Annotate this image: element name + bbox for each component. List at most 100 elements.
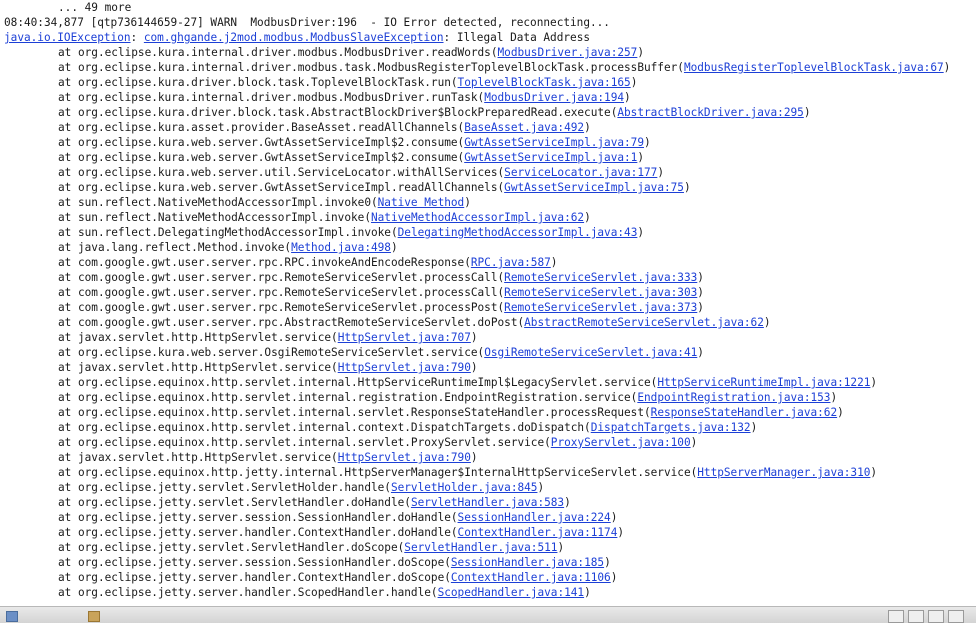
source-location-link[interactable]: ResponseStateHandler.java:62: [651, 406, 837, 419]
tab-console[interactable]: [6, 609, 18, 623]
line-suffix: ): [470, 361, 478, 374]
line-text: 08:40:34,877 [qtp736144659-27] WARN Modb…: [4, 16, 610, 29]
source-location-link[interactable]: BaseAsset.java:492: [464, 121, 584, 134]
line-text: at com.google.gwt.user.server.rpc.Remote…: [58, 286, 505, 299]
line-text: at org.eclipse.jetty.servlet.ServletHand…: [58, 541, 405, 554]
line-text: at java.lang.reflect.Method.invoke(: [58, 241, 292, 254]
source-location-link[interactable]: HttpServlet.java:790: [338, 361, 471, 374]
stack-frame-line: at org.eclipse.jetty.servlet.ServletHand…: [0, 540, 976, 555]
line-suffix: ): [584, 211, 591, 224]
source-location-link[interactable]: RPC.java:587: [471, 256, 551, 269]
line-suffix: ): [697, 271, 704, 284]
source-location-link[interactable]: AbstractBlockDriver.java:295: [617, 106, 803, 119]
source-location-link[interactable]: GwtAssetServiceImpl.java:75: [504, 181, 684, 194]
line-text: at sun.reflect.NativeMethodAccessorImpl.…: [58, 211, 371, 224]
line-text: at org.eclipse.kura.web.server.GwtAssetS…: [58, 181, 505, 194]
log-line: 08:40:34,877 [qtp736144659-27] WARN Modb…: [0, 15, 976, 30]
source-location-link[interactable]: ServletHandler.java:511: [404, 541, 557, 554]
line-text: at org.eclipse.jetty.server.handler.Scop…: [58, 586, 438, 599]
line-text: at org.eclipse.kura.internal.driver.modb…: [58, 46, 498, 59]
source-location-link[interactable]: NativeMethodAccessorImpl.java:62: [371, 211, 584, 224]
line-suffix: ): [624, 91, 631, 104]
exception-message: : Illegal Data Address: [443, 31, 591, 44]
source-location-link[interactable]: ContextHandler.java:1106: [451, 571, 611, 584]
stack-frame-line: at org.eclipse.kura.web.server.GwtAssetS…: [0, 180, 976, 195]
scroll-lock-button[interactable]: [908, 610, 924, 623]
stack-frame-line: at org.eclipse.jetty.servlet.ServletHold…: [0, 480, 976, 495]
line-suffix: ): [470, 451, 478, 464]
source-location-link[interactable]: Method.java:498: [291, 241, 391, 254]
source-location-link[interactable]: SessionHandler.java:224: [458, 511, 611, 524]
stack-frame-line: at sun.reflect.DelegatingMethodAccessorI…: [0, 225, 976, 240]
pin-console-button[interactable]: [928, 610, 944, 623]
console-output: ... 49 more 08:40:34,877 [qtp736144659-27…: [0, 0, 976, 606]
source-location-link[interactable]: DispatchTargets.java:132: [591, 421, 751, 434]
exception-cause-link[interactable]: com.ghgande.j2mod.modbus.ModbusSlaveExce…: [144, 31, 444, 44]
line-suffix: ): [617, 526, 625, 539]
source-location-link[interactable]: AbstractRemoteServiceServlet.java:62: [524, 316, 764, 329]
source-location-link[interactable]: ScopedHandler.java:141: [438, 586, 585, 599]
line-text: at javax.servlet.http.HttpServlet.servic…: [58, 361, 338, 374]
line-text: at org.eclipse.kura.web.server.util.Serv…: [58, 166, 505, 179]
exception-line: java.io.IOException: com.ghgande.j2mod.m…: [0, 30, 976, 45]
line-text: at org.eclipse.kura.web.server.OsgiRemot…: [58, 346, 485, 359]
line-text: at sun.reflect.DelegatingMethodAccessorI…: [58, 226, 398, 239]
stack-frame-line: at org.eclipse.equinox.http.servlet.inte…: [0, 375, 976, 390]
display-console-button[interactable]: [948, 610, 964, 623]
stack-frame-line: at com.google.gwt.user.server.rpc.Abstra…: [0, 315, 976, 330]
line-text: at javax.servlet.http.HttpServlet.servic…: [58, 331, 338, 344]
source-location-link[interactable]: HttpServiceRuntimeImpl.java:1221: [657, 376, 870, 389]
line-suffix: ): [557, 541, 565, 554]
stack-frame-line: at org.eclipse.kura.internal.driver.modb…: [0, 90, 976, 105]
source-location-link[interactable]: HttpServlet.java:707: [338, 331, 471, 344]
stack-frame-line: at org.eclipse.kura.internal.driver.modb…: [0, 45, 976, 60]
source-location-link[interactable]: HttpServerManager.java:310: [697, 466, 870, 479]
line-text: at com.google.gwt.user.server.rpc.RPC.in…: [58, 256, 471, 269]
source-location-link[interactable]: ToplevelBlockTask.java:165: [458, 76, 631, 89]
source-location-link[interactable]: GwtAssetServiceImpl.java:1: [464, 151, 637, 164]
source-location-link[interactable]: ServletHolder.java:845: [391, 481, 538, 494]
line-text: at org.eclipse.kura.driver.block.task.Ab…: [58, 106, 618, 119]
tab-other-view[interactable]: [88, 609, 100, 623]
source-location-link[interactable]: ModbusDriver.java:257: [498, 46, 638, 59]
stack-frame-line: at sun.reflect.NativeMethodAccessorImpl.…: [0, 210, 976, 225]
source-location-link[interactable]: ModbusRegisterToplevelBlockTask.java:67: [684, 61, 944, 74]
source-location-link[interactable]: RemoteServiceServlet.java:373: [504, 301, 697, 314]
stack-frame-line: at javax.servlet.http.HttpServlet.servic…: [0, 360, 976, 375]
line-suffix: ): [604, 556, 611, 569]
stack-frame-line: at org.eclipse.kura.internal.driver.modb…: [0, 60, 976, 75]
line-suffix: ): [637, 46, 645, 59]
line-suffix: ): [830, 391, 838, 404]
source-location-link[interactable]: SessionHandler.java:185: [451, 556, 604, 569]
stack-frame-line: at org.eclipse.equinox.http.servlet.inte…: [0, 390, 976, 405]
source-location-link[interactable]: ContextHandler.java:1174: [458, 526, 618, 539]
line-text: at org.eclipse.jetty.servlet.ServletHand…: [58, 496, 411, 509]
line-text: at org.eclipse.kura.web.server.GwtAssetS…: [58, 151, 465, 164]
clear-console-button[interactable]: [888, 610, 904, 623]
line-suffix: ): [584, 121, 591, 134]
line-text: at javax.servlet.http.HttpServlet.servic…: [58, 451, 338, 464]
exception-type-link[interactable]: java.io.IOException: [4, 31, 131, 44]
stack-frame-line: at org.eclipse.kura.driver.block.task.To…: [0, 75, 976, 90]
line-text: at sun.reflect.NativeMethodAccessorImpl.…: [58, 196, 378, 209]
line-suffix: ): [610, 511, 618, 524]
source-location-link[interactable]: Native Method: [378, 196, 465, 209]
line-text: at org.eclipse.equinox.http.servlet.inte…: [58, 391, 638, 404]
stack-frame-line: at org.eclipse.kura.web.server.GwtAssetS…: [0, 135, 976, 150]
line-suffix: ): [870, 376, 878, 389]
source-location-link[interactable]: RemoteServiceServlet.java:303: [504, 286, 697, 299]
line-suffix: ): [550, 256, 558, 269]
source-location-link[interactable]: ServletHandler.java:583: [411, 496, 564, 509]
view-tab-bar: [0, 606, 976, 623]
source-location-link[interactable]: ProxyServlet.java:100: [551, 436, 691, 449]
source-location-link[interactable]: ModbusDriver.java:194: [484, 91, 624, 104]
source-location-link[interactable]: ServiceLocator.java:177: [504, 166, 657, 179]
source-location-link[interactable]: RemoteServiceServlet.java:333: [504, 271, 697, 284]
source-location-link[interactable]: HttpServlet.java:790: [338, 451, 471, 464]
source-location-link[interactable]: OsgiRemoteServiceServlet.java:41: [484, 346, 697, 359]
source-location-link[interactable]: DelegatingMethodAccessorImpl.java:43: [398, 226, 638, 239]
line-text: at com.google.gwt.user.server.rpc.Remote…: [58, 271, 505, 284]
source-location-link[interactable]: EndpointRegistration.java:153: [637, 391, 830, 404]
line-text: at org.eclipse.jetty.server.handler.Cont…: [58, 571, 451, 584]
source-location-link[interactable]: GwtAssetServiceImpl.java:79: [464, 136, 644, 149]
